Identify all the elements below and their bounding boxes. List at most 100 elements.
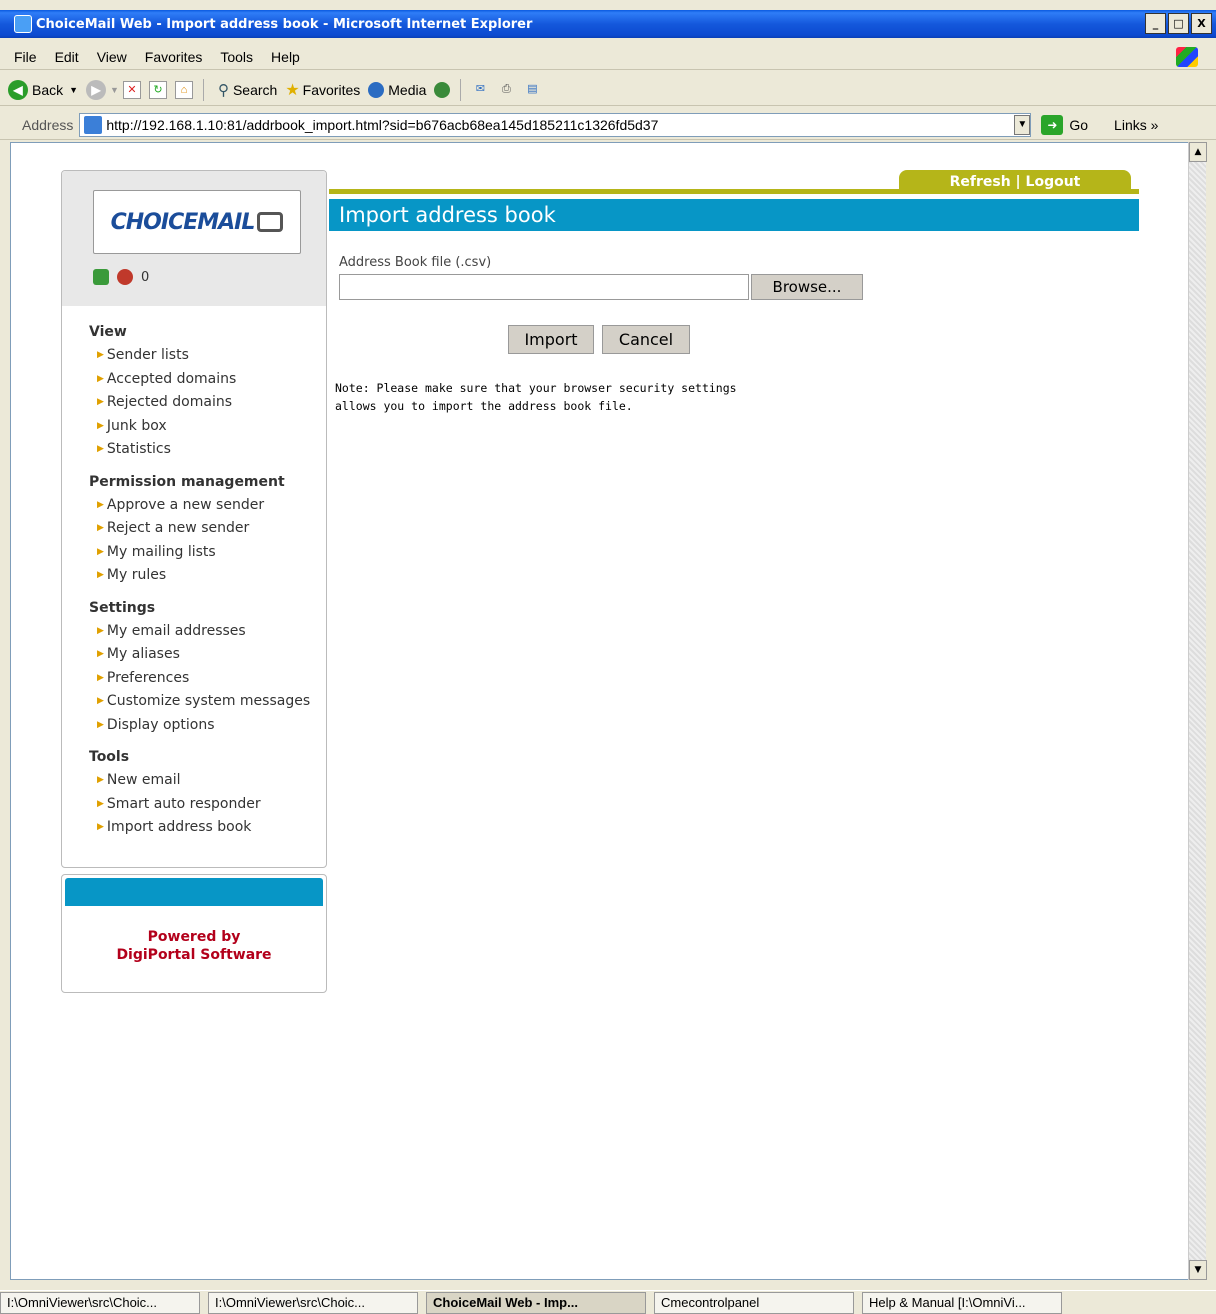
sidebar-item-email-addresses[interactable]: ▶ My email addresses: [97, 620, 326, 644]
browse-button[interactable]: Browse...: [751, 274, 863, 300]
sidebar-item-new-email[interactable]: ▶ New email: [97, 769, 326, 793]
search-icon: ⚲: [217, 81, 229, 99]
sidebar-item-aliases[interactable]: ▶ My aliases: [97, 643, 326, 667]
sidebar-item-system-messages[interactable]: ▶ Customize system messages: [97, 690, 326, 714]
forward-dropdown-icon[interactable]: ▼: [110, 85, 119, 95]
go-label: Go: [1069, 116, 1089, 133]
close-button[interactable]: X: [1191, 13, 1212, 34]
home-icon[interactable]: ⌂: [174, 80, 193, 99]
bullet-icon: ▶: [97, 499, 104, 510]
address-bar: Address http://192.168.1.10:81/addrbook_…: [0, 110, 1216, 140]
favorites-button[interactable]: ★ Favorites: [285, 80, 360, 100]
taskbar-item[interactable]: I:\OmniViewer\src\Choic...: [208, 1291, 418, 1314]
sidebar-item-label: Sender lists: [106, 347, 189, 363]
menu-help[interactable]: Help: [271, 49, 300, 65]
sync-icon[interactable]: [93, 269, 109, 285]
refresh-icon[interactable]: ↻: [148, 80, 167, 99]
history-button[interactable]: [434, 81, 454, 98]
menu-file[interactable]: File: [14, 49, 37, 65]
nav-heading-permission: Permission management: [89, 473, 285, 490]
windows-logo-icon: [1176, 47, 1198, 67]
logo-panel: CHOICEMAIL 0: [62, 171, 326, 306]
scroll-up-icon[interactable]: ▲: [1189, 142, 1207, 162]
sidebar-item-mailing-lists[interactable]: ▶ My mailing lists: [97, 541, 326, 565]
bullet-icon: ▶: [97, 822, 104, 832]
sidebar-item-rejected-domains[interactable]: ▶ Rejected domains: [97, 391, 326, 415]
bullet-icon: ▶: [97, 719, 104, 730]
menu-tools[interactable]: Tools: [220, 49, 253, 65]
history-icon: [434, 81, 451, 98]
window-titlebar[interactable]: ChoiceMail Web - Import address book - M…: [0, 10, 1216, 38]
sidebar-item-preferences[interactable]: ▶ Preferences: [97, 667, 326, 691]
bullet-icon: ▶: [97, 775, 104, 785]
sidebar: CHOICEMAIL 0 View ▶ Sender lists ▶ Accepte…: [61, 170, 327, 868]
menu-bar: File Edit View Favorites Tools Help: [0, 44, 1216, 70]
bullet-icon: ▶: [97, 373, 104, 384]
import-button[interactable]: Import: [508, 325, 594, 354]
sidebar-item-junk-box[interactable]: ▶ Junk box: [97, 415, 326, 439]
sidebar-item-label: Customize system messages: [106, 693, 311, 709]
ie-icon: [14, 15, 32, 33]
file-path-input[interactable]: [339, 274, 749, 300]
print-icon[interactable]: ⎙: [497, 81, 515, 99]
back-dropdown-icon[interactable]: ▼: [69, 85, 78, 95]
sidebar-item-label: My aliases: [106, 646, 180, 662]
browser-toolbar: ◀ Back ▼ ▶ ▼ ✕ ↻ ⌂ ⚲ Search ★ Favorites …: [0, 74, 1216, 106]
links-button[interactable]: Links »: [1114, 117, 1158, 133]
media-label: Media: [388, 81, 427, 98]
minimize-button[interactable]: _: [1145, 13, 1166, 34]
status-icons: 0: [93, 269, 149, 285]
search-label: Search: [232, 81, 278, 98]
sidebar-item-import-address-book[interactable]: ▶ Import address book: [97, 816, 326, 840]
sidebar-item-label: Rejected domains: [106, 394, 232, 410]
forward-arrow-icon: ▶: [86, 79, 107, 100]
taskbar-item[interactable]: Help & Manual [I:\OmniVi...: [862, 1291, 1062, 1314]
envelope-icon: [257, 212, 284, 232]
menu-edit[interactable]: Edit: [55, 49, 79, 65]
powered-by-text[interactable]: Powered by DigiPortal Software: [62, 928, 326, 964]
nav-heading-view: View: [89, 324, 127, 340]
menu-favorites[interactable]: Favorites: [145, 49, 203, 65]
favorites-label: Favorites: [302, 81, 361, 98]
address-input[interactable]: http://192.168.1.10:81/addrbook_import.h…: [79, 112, 1032, 137]
menu-view[interactable]: View: [97, 49, 127, 65]
forward-button[interactable]: ▶ ▼: [86, 79, 119, 100]
mail-icon[interactable]: ✉: [471, 81, 489, 99]
powered-header-bar: [65, 878, 323, 906]
taskbar-item[interactable]: Cmecontrolpanel: [654, 1291, 854, 1314]
media-button[interactable]: Media: [368, 81, 427, 98]
links-label: Links: [1114, 116, 1147, 133]
sidebar-item-label: Preferences: [106, 669, 190, 686]
sidebar-item-approve-sender[interactable]: ▶ Approve a new sender: [97, 494, 326, 518]
page-title: Import address book: [329, 199, 1139, 231]
bullet-icon: ▶: [97, 444, 104, 454]
maximize-button[interactable]: □: [1168, 13, 1189, 34]
sidebar-item-accepted-domains[interactable]: ▶ Accepted domains: [97, 368, 326, 392]
cancel-button[interactable]: Cancel: [602, 325, 690, 354]
sidebar-item-display-options[interactable]: ▶ Display options: [97, 714, 326, 738]
edit-icon[interactable]: ▤: [523, 81, 541, 99]
sidebar-item-label: My mailing lists: [106, 543, 216, 560]
toolbar-separator: [202, 78, 204, 101]
sidebar-item-auto-responder[interactable]: ▶ Smart auto responder: [97, 793, 326, 817]
bullet-icon: ▶: [97, 523, 104, 533]
sidebar-item-reject-sender[interactable]: ▶ Reject a new sender: [97, 517, 326, 541]
stop-icon[interactable]: ✕: [122, 80, 141, 99]
mailbox-icon[interactable]: [117, 269, 133, 285]
back-button[interactable]: ◀ Back ▼: [8, 79, 78, 100]
vertical-scrollbar[interactable]: ▲ ▼: [1188, 142, 1207, 1280]
sidebar-item-sender-lists[interactable]: ▶ Sender lists: [97, 344, 326, 368]
nav-group-settings: Settings ▶ My email addresses ▶ My aliases…: [89, 600, 326, 738]
go-button[interactable]: ➜ Go: [1041, 114, 1089, 135]
taskbar-item-active[interactable]: ChoiceMail Web - Imp...: [426, 1291, 646, 1314]
sidebar-item-label: Approve a new sender: [106, 496, 265, 513]
scroll-down-icon[interactable]: ▼: [1189, 1260, 1207, 1280]
back-label: Back: [32, 81, 64, 98]
sidebar-item-label: Reject a new sender: [106, 520, 250, 536]
bullet-icon: ▶: [97, 672, 104, 683]
sidebar-item-my-rules[interactable]: ▶ My rules: [97, 564, 326, 588]
search-button[interactable]: ⚲ Search: [218, 81, 277, 99]
sidebar-item-statistics[interactable]: ▶ Statistics: [97, 438, 326, 462]
taskbar-item[interactable]: I:\OmniViewer\src\Choic...: [0, 1291, 200, 1314]
address-dropdown-icon[interactable]: ▼: [1014, 114, 1031, 135]
